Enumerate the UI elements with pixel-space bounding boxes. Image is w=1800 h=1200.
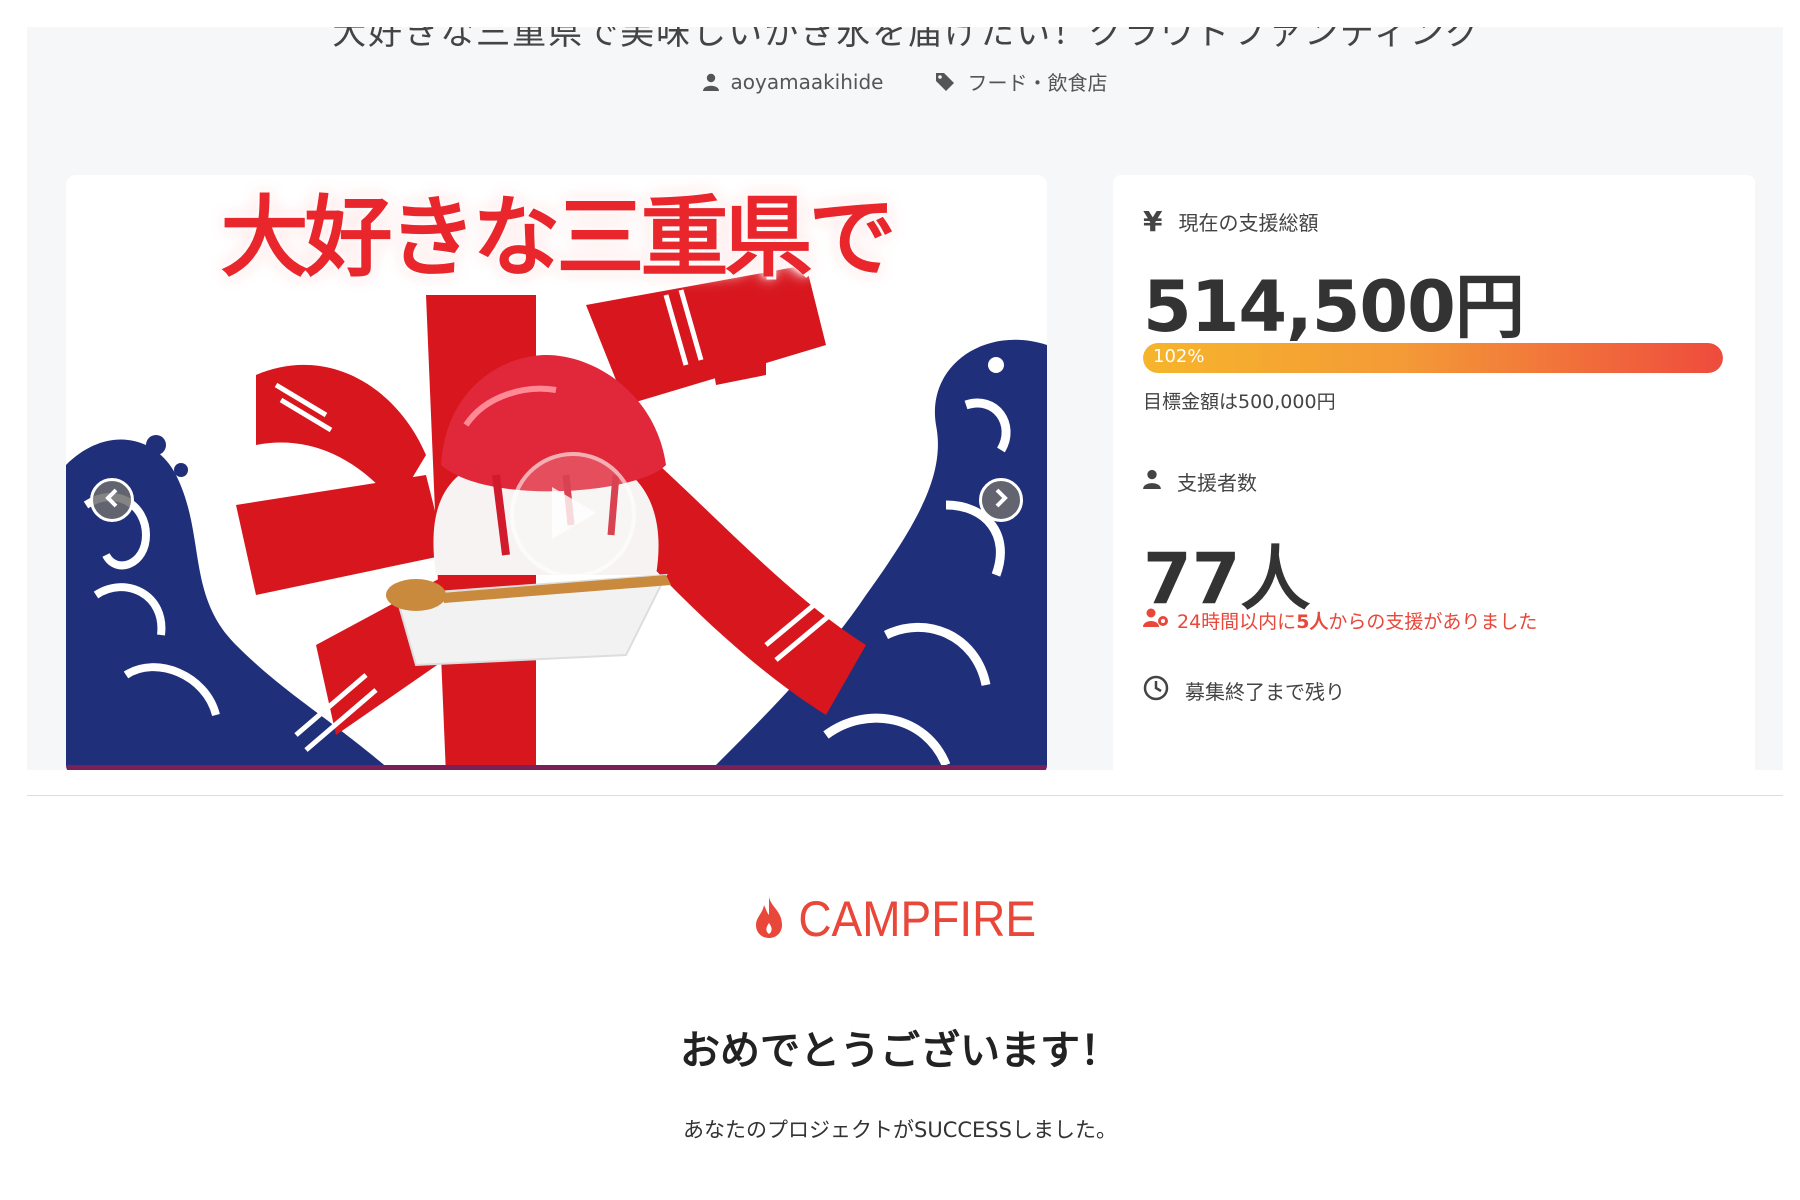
user-icon <box>702 73 719 91</box>
yen-icon: ¥ <box>1143 205 1163 238</box>
remaining-label: 募集終了まで残り <box>1185 680 1345 704</box>
section-divider <box>27 795 1783 796</box>
banner-headline: 大好きな三重県で <box>220 185 896 289</box>
project-meta: aoyamaakihide フード・飲食店 <box>27 67 1783 96</box>
play-video-button[interactable] <box>510 452 636 578</box>
project-media-card[interactable]: 大好きな三重県で <box>66 175 1047 770</box>
progress-fill <box>1143 343 1723 373</box>
backers-label-row: 支援者数 <box>1143 467 1257 496</box>
carousel-prev-button[interactable] <box>90 478 134 522</box>
funding-label-row: ¥ 現在の支援総額 <box>1143 205 1318 238</box>
play-icon <box>548 485 598 545</box>
progress-percent: 102% <box>1153 346 1205 367</box>
recent-support-notice: 24時間以内に5人からの支援がありました <box>1143 607 1537 634</box>
category-name: フード・飲食店 <box>967 71 1108 95</box>
recent-prefix: 24時間以内に <box>1177 611 1297 633</box>
flame-icon <box>754 895 784 943</box>
recent-count: 5人 <box>1296 611 1329 633</box>
chevron-right-icon <box>993 488 1009 512</box>
project-title: 大好きな三重県で美味しいかき氷を届けたい！クラウドファンディング <box>332 27 1482 53</box>
user-icon <box>1143 469 1161 494</box>
goal-amount: 目標金額は500,000円 <box>1143 391 1336 413</box>
remaining-label-row: 募集終了まで残り <box>1143 675 1345 706</box>
funding-label: 現在の支援総額 <box>1178 211 1319 235</box>
funding-progress-bar: 102% <box>1143 343 1723 373</box>
owner-link[interactable]: aoyamaakihide <box>702 67 884 96</box>
owner-name: aoyamaakihide <box>730 69 884 94</box>
congrats-heading: おめでとうございます！ <box>680 1028 1120 1074</box>
backers-label: 支援者数 <box>1177 471 1257 495</box>
success-message: あなたのプロジェクトがSUCCESSしました。 <box>683 1118 1117 1142</box>
tag-icon <box>935 72 955 92</box>
chevron-left-icon <box>104 488 120 512</box>
users-icon <box>1143 608 1169 633</box>
funding-stats-card: ¥ 現在の支援総額 514,500円 102% 目標金額は500,000円 支援… <box>1113 175 1755 770</box>
logo-text: CAMPFIRE <box>798 891 1036 947</box>
remaining-days: 1日 <box>1143 753 1262 770</box>
recent-suffix: からの支援がありました <box>1328 611 1538 633</box>
clock-icon <box>1143 675 1169 706</box>
category-link[interactable]: フード・飲食店 <box>935 67 1107 96</box>
funding-amount: 514,500円 <box>1143 266 1525 348</box>
carousel-next-button[interactable] <box>979 478 1023 522</box>
campfire-logo[interactable]: CAMPFIRE <box>0 890 1800 948</box>
project-header-panel: 大好きな三重県で美味しいかき氷を届けたい！クラウドファンディング aoyamaa… <box>27 27 1783 770</box>
